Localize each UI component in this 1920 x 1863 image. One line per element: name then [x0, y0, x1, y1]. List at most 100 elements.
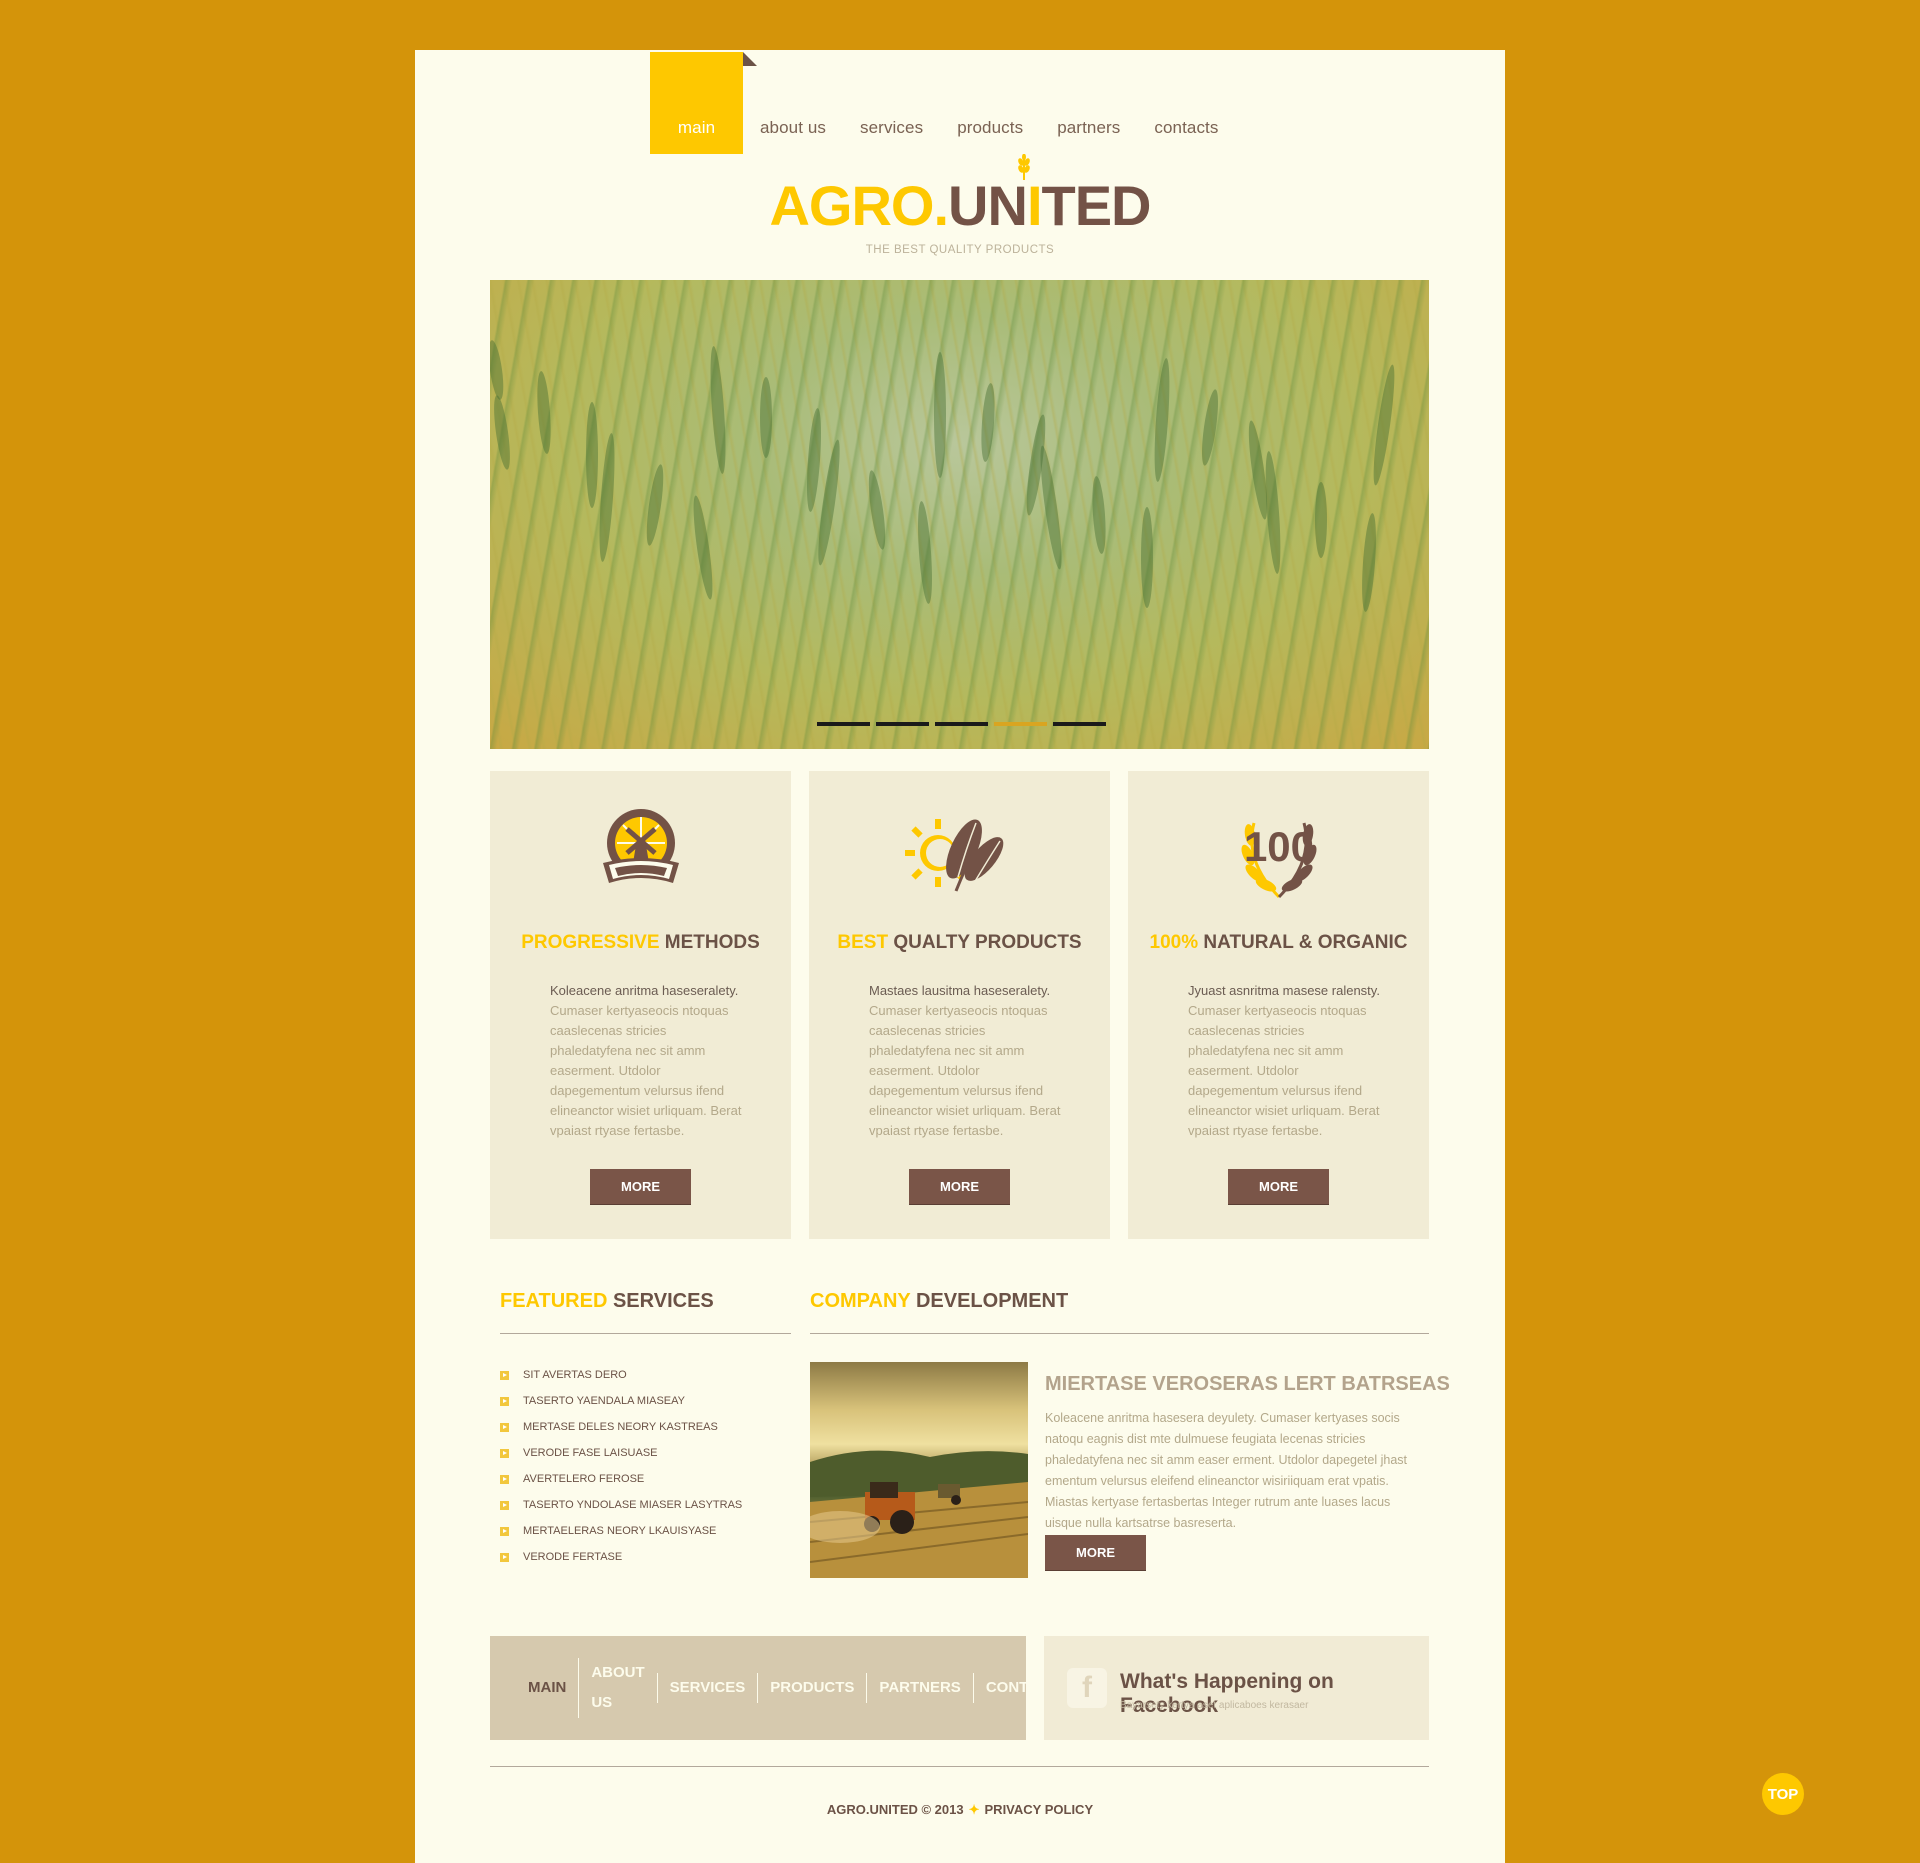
footer-link-partners[interactable]: PARTNERS [866, 1673, 972, 1703]
grain-stalk [1315, 482, 1327, 558]
bullet-arrow-icon [500, 1448, 509, 1458]
copyright-bar: AGRO.UNITED © 2013 ✦ PRIVACY POLICY [415, 1802, 1505, 1818]
nav-item-products[interactable]: products [940, 118, 1040, 154]
section-divider [500, 1333, 791, 1334]
service-list-item[interactable]: MERTAELERAS NEORY LKAUISYASE [500, 1518, 742, 1544]
article-more-button[interactable]: MORE [1045, 1535, 1146, 1570]
service-list-item[interactable]: VERODE FERTASE [500, 1544, 742, 1570]
feature-text: Jyuast asnritma masese ralensty. Cumaser… [1188, 983, 1380, 1138]
slider-pagination [817, 722, 1106, 726]
grain-stalk [707, 345, 729, 475]
service-label: AVERTELERO FEROSE [523, 1473, 645, 1485]
bullet-arrow-icon [500, 1552, 509, 1562]
grain-stalk [689, 494, 717, 601]
feature-more-button[interactable]: MORE [590, 1169, 691, 1204]
grain-stalk [490, 339, 507, 401]
hero-slider[interactable] [490, 280, 1429, 749]
grain-stalk [1036, 444, 1066, 571]
feature-box-best-quality: BEST QUALTY PRODUCTS Mastaes lausitma ha… [809, 771, 1110, 1239]
slider-dot-1[interactable] [817, 722, 870, 726]
service-list-item[interactable]: MERTASE DELES NEORY KASTREAS [500, 1414, 742, 1440]
slider-dot-3[interactable] [935, 722, 988, 726]
grain-stalk [535, 370, 553, 455]
service-list-item[interactable]: VERODE FASE LAISUASE [500, 1440, 742, 1466]
grain-stalk [1090, 475, 1108, 555]
feature-text: Koleacene anritma haseseralety. Cumaser … [550, 983, 742, 1138]
slider-dot-4[interactable] [994, 722, 1047, 726]
featured-services-title: FEATURED SERVICES [500, 1290, 714, 1312]
feature-more-button[interactable]: MORE [909, 1169, 1010, 1204]
grain-stalk [1141, 507, 1153, 608]
grain-stalk [1359, 512, 1379, 613]
grain-stalk [760, 377, 772, 458]
logo-tagline: THE BEST QUALITY PRODUCTS [865, 244, 1055, 256]
service-label: VERODE FASE LAISUASE [523, 1447, 658, 1459]
bullet-arrow-icon [500, 1474, 509, 1484]
nav-item-partners[interactable]: partners [1040, 118, 1137, 154]
facebook-widget: f What's Happening on Facebook Bayarsety… [1044, 1636, 1429, 1740]
tractor-field-image [810, 1362, 1028, 1578]
laurel-100-icon: 100 [1128, 801, 1429, 905]
privacy-policy-link[interactable]: PRIVACY POLICY [985, 1802, 1094, 1817]
wheat-separator-icon: ✦ [968, 1802, 980, 1817]
site-logo[interactable]: AGRO.UNITED THE BEST QUALITY PRODUCTS [415, 178, 1505, 257]
bullet-arrow-icon [500, 1500, 509, 1510]
main-nav: main about us services products partners… [650, 36, 1236, 154]
grain-stalk [915, 500, 935, 605]
feature-title: BEST QUALTY PRODUCTS [837, 932, 1082, 953]
grain-stalk [586, 402, 598, 508]
nav-item-main[interactable]: main [650, 52, 757, 154]
service-label: VERODE FERTASE [523, 1551, 623, 1563]
service-label: MERTAELERAS NEORY LKAUISYASE [523, 1525, 717, 1537]
footer-link-main[interactable]: MAIN [528, 1673, 578, 1703]
grain-stalk [596, 432, 618, 563]
slider-dot-5[interactable] [1053, 722, 1106, 726]
feature-title: PROGRESSIVE METHODS [521, 932, 760, 953]
article-text: Koleacene anritma hasesera deyulety. Cum… [1045, 1411, 1408, 1530]
footer-link-about-us[interactable]: ABOUT US [578, 1658, 656, 1718]
windmill-icon [490, 801, 791, 897]
service-list-item[interactable]: TASERTO YNDOLASE MIASER LASYTRAS [500, 1492, 742, 1518]
nav-item-about-us[interactable]: about us [743, 118, 843, 154]
footer-divider [490, 1766, 1429, 1767]
feature-title: 100% NATURAL & ORGANIC [1149, 932, 1408, 953]
facebook-icon[interactable]: f [1067, 1668, 1107, 1708]
bullet-arrow-icon [500, 1422, 509, 1432]
wheat-sun-icon [809, 801, 1110, 905]
footer-link-services[interactable]: SERVICES [656, 1673, 758, 1703]
section-divider [810, 1333, 1429, 1334]
grain-stalk [490, 394, 514, 471]
footer-link-products[interactable]: PRODUCTS [757, 1673, 866, 1703]
svg-text:100: 100 [1243, 823, 1313, 870]
service-label: TASERTO YNDOLASE MIASER LASYTRAS [523, 1499, 743, 1511]
bullet-arrow-icon [500, 1526, 509, 1536]
feature-more-button[interactable]: MORE [1228, 1169, 1329, 1204]
grain-stalk [1198, 388, 1222, 467]
grain-stalk [1369, 363, 1399, 487]
nav-item-services[interactable]: services [843, 118, 940, 154]
feature-text: Mastaes lausitma haseseralety. Cumaser k… [869, 983, 1061, 1138]
bullet-arrow-icon [500, 1370, 509, 1380]
service-list-item[interactable]: SIT AVERTAS DERO [500, 1362, 742, 1388]
service-label: TASERTO YAENDALA MIASEAY [523, 1395, 686, 1407]
feature-box-progressive: PROGRESSIVE METHODS Koleacene anritma ha… [490, 771, 791, 1239]
slider-dot-2[interactable] [876, 722, 929, 726]
service-list-item[interactable]: TASERTO YAENDALA MIASEAY [500, 1388, 742, 1414]
back-to-top-button[interactable]: TOP [1762, 1773, 1804, 1815]
footer-nav: MAIN ABOUT US SERVICES PRODUCTS PARTNERS… [490, 1636, 1068, 1740]
grain-stalk [979, 382, 997, 463]
grain-stalk [804, 407, 824, 513]
article-title[interactable]: MIERTASE VEROSERAS LERT BATRSEAS [1045, 1373, 1450, 1396]
service-label: SIT AVERTAS DERO [523, 1369, 627, 1381]
logo-part-ted: TED [1041, 174, 1152, 237]
page-container: main about us services products partners… [415, 50, 1505, 1863]
bullet-arrow-icon [500, 1396, 509, 1406]
service-list-item[interactable]: AVERTELERO FEROSE [500, 1466, 742, 1492]
copyright-text: AGRO.UNITED © 2013 [826, 1802, 964, 1817]
grain-stalk [934, 352, 946, 478]
facebook-subtitle: Bayarsety kertya aset aplicaboes kerasae… [1120, 1700, 1309, 1711]
service-label: MERTASE DELES NEORY KASTREAS [523, 1421, 718, 1433]
grain-stalk [865, 469, 889, 551]
nav-item-contacts[interactable]: contacts [1137, 118, 1235, 154]
feature-box-natural: 100 100% NATURAL & ORGANIC Jyuast asnrit… [1128, 771, 1429, 1239]
